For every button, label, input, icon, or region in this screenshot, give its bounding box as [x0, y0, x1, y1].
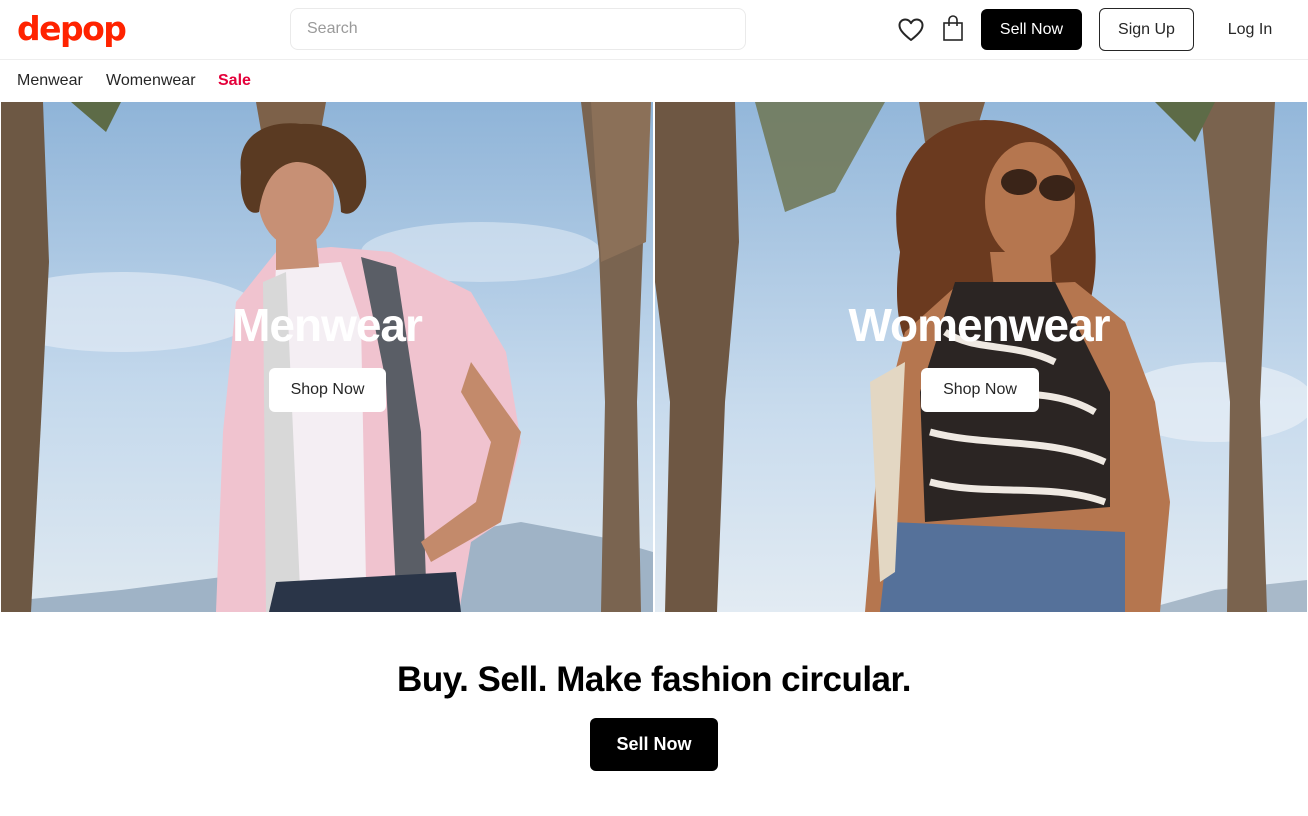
category-nav: Menwear Womenwear Sale	[0, 61, 1308, 102]
shop-womenwear-button[interactable]: Shop Now	[921, 368, 1039, 412]
menwear-hero-image	[1, 102, 653, 612]
site-header: depop Sell Now Sign Up Log In	[0, 0, 1308, 60]
promo-tagline: Buy. Sell. Make fashion circular.	[397, 660, 911, 699]
depop-logo[interactable]: depop	[17, 9, 127, 49]
womenwear-hero-image	[655, 102, 1307, 612]
log-in-button[interactable]: Log In	[1210, 9, 1290, 50]
promo-sell-now-button[interactable]: Sell Now	[590, 718, 718, 771]
womenwear-title: Womenwear	[848, 299, 1110, 351]
menwear-title: Menwear	[232, 299, 423, 351]
sign-up-button[interactable]: Sign Up	[1099, 8, 1194, 51]
hero-panel-womenwear[interactable]: Womenwear Shop Now	[655, 102, 1307, 612]
search-input[interactable]	[290, 8, 746, 50]
shop-menwear-button[interactable]: Shop Now	[269, 368, 386, 412]
category-womenwear-link[interactable]: Womenwear	[106, 72, 196, 90]
category-sale-link[interactable]: Sale	[218, 72, 251, 90]
category-menwear-link[interactable]: Menwear	[17, 72, 83, 90]
sell-now-button[interactable]: Sell Now	[981, 9, 1082, 50]
heart-icon[interactable]	[897, 16, 925, 44]
hero-panel-menwear[interactable]: Menwear Shop Now	[1, 102, 653, 612]
shopping-bag-icon[interactable]	[939, 14, 967, 42]
